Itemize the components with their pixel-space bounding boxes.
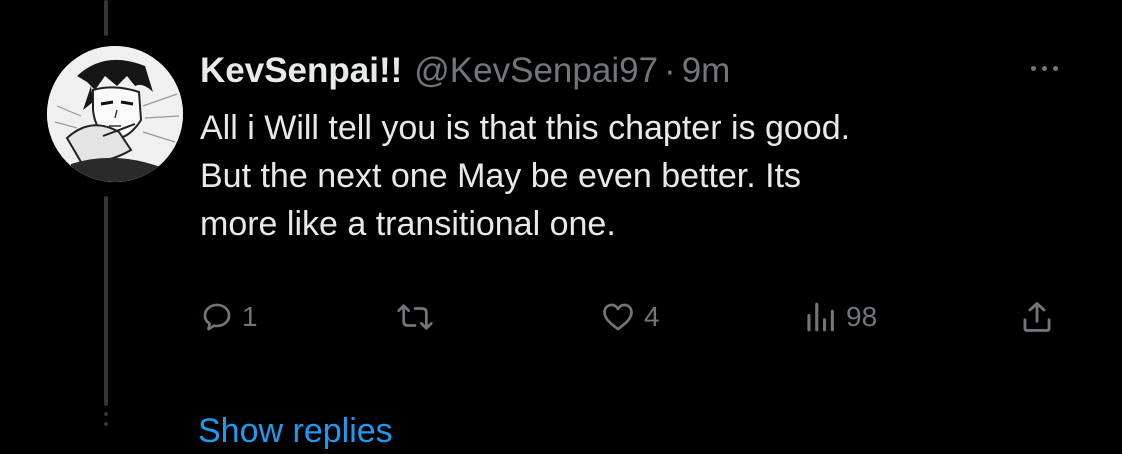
tweet-text-line: more like a transitional one. [200, 205, 616, 243]
share-button[interactable] [1020, 292, 1054, 342]
heart-icon [603, 303, 633, 331]
views-icon [807, 302, 834, 332]
reply-button[interactable]: 1 [200, 292, 258, 342]
reply-icon [203, 303, 231, 331]
tweet-text: All i Will tell you is that this chapter… [200, 104, 1100, 248]
views-button[interactable]: 98 [804, 292, 877, 342]
thread-connector-top [104, 0, 108, 36]
meta-separator: · [664, 51, 676, 90]
thread-connector-bottom [104, 196, 108, 406]
share-icon [1023, 302, 1051, 332]
avatar[interactable] [47, 46, 183, 182]
show-replies-link[interactable]: Show replies [198, 408, 393, 454]
reply-count: 1 [242, 301, 258, 332]
tweet-text-line: But the next one May be even better. Its [200, 157, 802, 195]
like-count: 4 [644, 301, 660, 332]
views-count: 98 [846, 301, 878, 332]
tweet-text-line: All i Will tell you is that this chapter… [200, 109, 851, 147]
tweet-header: KevSenpai!! @KevSenpai97 · 9m [200, 48, 730, 94]
display-name[interactable]: KevSenpai!! [200, 48, 402, 94]
more-dots-icon [1030, 65, 1036, 71]
more-options-button[interactable] [1024, 56, 1064, 80]
retweet-icon [397, 304, 433, 330]
tweet-actions: 1 4 98 [200, 292, 1070, 342]
like-button[interactable]: 4 [600, 292, 660, 342]
user-handle[interactable]: @KevSenpai97 [414, 48, 658, 94]
timestamp[interactable]: 9m [682, 48, 731, 94]
retweet-button[interactable] [396, 292, 442, 342]
avatar-manga-illustration [47, 46, 183, 182]
thread-more-dots [104, 412, 108, 426]
